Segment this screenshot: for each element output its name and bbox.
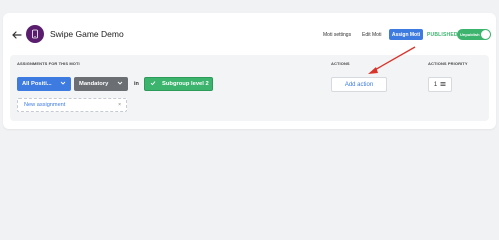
- red-arrow-pointer-icon: [368, 46, 416, 74]
